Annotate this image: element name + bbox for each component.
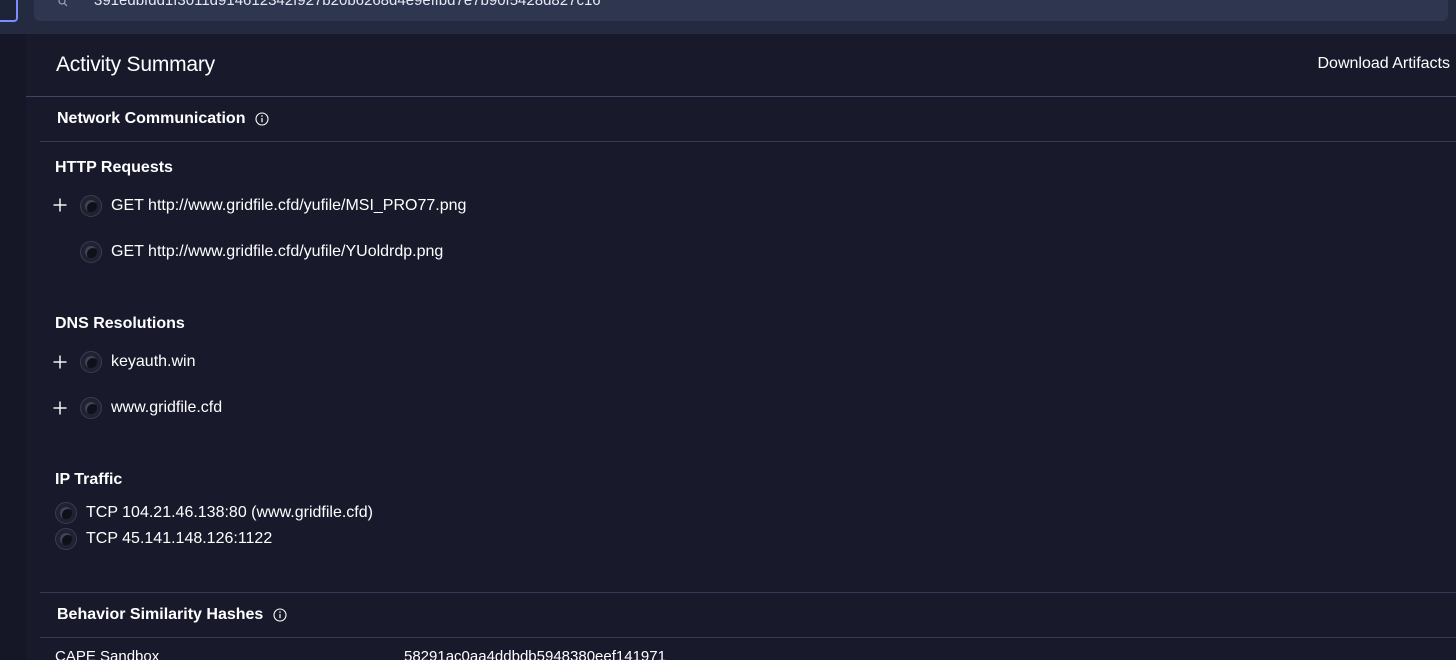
- status-dot-icon: [80, 241, 102, 263]
- status-dot-icon: [55, 502, 77, 524]
- dns-item-text[interactable]: keyauth.win: [111, 353, 196, 371]
- dns-item: keyauth.win: [80, 350, 196, 374]
- network-communication-header: Network Communication: [57, 109, 270, 129]
- expand-plus-icon[interactable]: [52, 197, 68, 213]
- expand-plus-icon[interactable]: [52, 400, 68, 416]
- ip-traffic-text[interactable]: TCP 104.21.46.138:80 (www.gridfile.cfd): [86, 504, 373, 522]
- section-divider: [40, 637, 1456, 638]
- top-bar: 391edbfdd1f3011d914612342f927b20b6268d4e…: [0, 0, 1456, 34]
- left-gutter: [0, 34, 26, 660]
- search-icon: [58, 0, 68, 7]
- http-request-text[interactable]: GET http://www.gridfile.cfd/yufile/YUold…: [111, 243, 443, 261]
- section-divider: [40, 592, 1456, 593]
- title-divider: [26, 96, 1456, 97]
- search-input[interactable]: 391edbfdd1f3011d914612342f927b20b6268d4e…: [94, 0, 1394, 9]
- info-icon[interactable]: [273, 608, 287, 622]
- ip-traffic-item: TCP 45.141.148.126:1122: [55, 527, 272, 551]
- status-dot-icon: [80, 195, 102, 217]
- dns-resolutions-title: DNS Resolutions: [55, 315, 185, 332]
- hash-source-label: CAPE Sandbox: [55, 648, 160, 660]
- status-dot-icon: [80, 397, 102, 419]
- hash-value[interactable]: 58291ac0aa4ddbdb5948380eef141971: [404, 648, 666, 660]
- behavior-hashes-header: Behavior Similarity Hashes: [57, 605, 287, 625]
- dns-item-text[interactable]: www.gridfile.cfd: [111, 399, 222, 417]
- download-artifacts-button[interactable]: Download Artifacts: [1317, 53, 1450, 75]
- status-dot-icon: [80, 351, 102, 373]
- page-title: Activity Summary: [56, 53, 215, 76]
- ip-traffic-title: IP Traffic: [55, 471, 123, 488]
- section-divider: [40, 141, 1456, 142]
- info-icon[interactable]: [255, 112, 270, 126]
- section-title: Network Communication: [57, 110, 246, 127]
- ip-traffic-item: TCP 104.21.46.138:80 (www.gridfile.cfd): [55, 501, 373, 525]
- expand-plus-icon[interactable]: [52, 354, 68, 370]
- section-title: Behavior Similarity Hashes: [57, 606, 264, 623]
- menu-button[interactable]: [0, 0, 18, 22]
- http-requests-title: HTTP Requests: [55, 159, 173, 176]
- dns-item: www.gridfile.cfd: [80, 396, 222, 420]
- app-root: 391edbfdd1f3011d914612342f927b20b6268d4e…: [0, 0, 1456, 660]
- http-request-text[interactable]: GET http://www.gridfile.cfd/yufile/MSI_P…: [111, 197, 466, 215]
- http-request-item: GET http://www.gridfile.cfd/yufile/MSI_P…: [80, 194, 466, 218]
- status-dot-icon: [55, 528, 77, 550]
- ip-traffic-text[interactable]: TCP 45.141.148.126:1122: [86, 530, 272, 548]
- http-request-item: GET http://www.gridfile.cfd/yufile/YUold…: [80, 240, 443, 264]
